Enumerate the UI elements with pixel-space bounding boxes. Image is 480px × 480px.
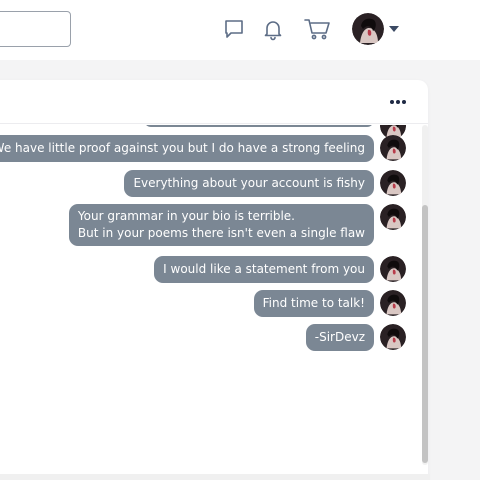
message-avatar xyxy=(380,290,406,316)
message-bubble: We have little proof against you but I d… xyxy=(0,135,374,162)
more-dots-icon[interactable] xyxy=(388,96,408,108)
search-input[interactable] xyxy=(0,11,71,47)
message-row: Your grammar in your bio is terrible. Bu… xyxy=(68,204,406,246)
user-avatar[interactable] xyxy=(352,13,384,45)
message-bubble xyxy=(144,125,374,127)
message-text: I would like a statement from you xyxy=(163,262,365,276)
message-bubble: Find time to talk! xyxy=(253,290,374,317)
message-avatar xyxy=(380,256,406,282)
chat-panel: We have little proof against you but I d… xyxy=(0,80,428,480)
message-bubble: -SirDevz xyxy=(305,324,374,351)
message-text: Everything about your account is fishy xyxy=(133,176,365,190)
message-row: We have little proof against you but I d… xyxy=(0,135,406,162)
message-avatar xyxy=(380,204,406,230)
message-avatar xyxy=(380,170,406,196)
message-bubble: Everything about your account is fishy xyxy=(124,170,374,197)
bottom-strip xyxy=(0,474,430,480)
cart-icon[interactable] xyxy=(303,17,331,41)
chat-header xyxy=(0,80,428,124)
message-avatar xyxy=(380,135,406,161)
message-row: Everything about your account is fishy xyxy=(124,170,406,197)
message-bubble: I would like a statement from you xyxy=(154,256,374,283)
message-list: We have little proof against you but I d… xyxy=(0,125,428,480)
message-row: I would like a statement from you xyxy=(154,256,406,283)
scrollbar-thumb[interactable] xyxy=(422,205,428,463)
message-text: We have little proof against you but I d… xyxy=(0,141,365,155)
message-row: Find time to talk! xyxy=(253,290,406,317)
chat-icon[interactable] xyxy=(222,17,246,41)
message-row: -SirDevz xyxy=(305,324,406,351)
message-avatar xyxy=(380,324,406,350)
message-text-line-1: Your grammar in your bio is terrible. xyxy=(77,209,295,223)
message-text: -SirDevz xyxy=(314,330,365,344)
top-navigation-bar xyxy=(0,0,480,60)
message-text-line-2: But in your poems there isn't even a sin… xyxy=(77,226,365,240)
caret-down-icon[interactable] xyxy=(388,24,400,34)
message-text: Find time to talk! xyxy=(262,296,365,310)
bell-icon[interactable] xyxy=(261,17,285,41)
message-bubble: Your grammar in your bio is terrible. Bu… xyxy=(68,204,374,246)
